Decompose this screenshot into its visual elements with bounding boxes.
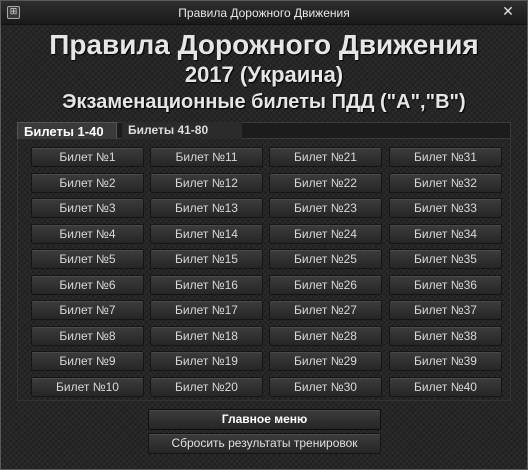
ticket-button-7[interactable]: Билет №7	[31, 300, 144, 320]
ticket-button-10[interactable]: Билет №10	[31, 377, 144, 397]
ticket-button-36[interactable]: Билет №36	[389, 275, 502, 295]
ticket-button-20[interactable]: Билет №20	[150, 377, 263, 397]
page-subtitle: 2017 (Украина)	[184, 62, 344, 87]
ticket-button-19[interactable]: Билет №19	[150, 351, 263, 371]
ticket-button-32[interactable]: Билет №32	[389, 173, 502, 193]
ticket-button-38[interactable]: Билет №38	[389, 326, 502, 346]
ticket-button-25[interactable]: Билет №25	[269, 249, 382, 269]
ticket-button-13[interactable]: Билет №13	[150, 198, 263, 218]
reset-results-button[interactable]: Сбросить результаты тренировок	[148, 433, 381, 454]
ticket-button-33[interactable]: Билет №33	[389, 198, 502, 218]
ticket-button-3[interactable]: Билет №3	[31, 198, 144, 218]
app-window: ⊞ Правила Дорожного Движения ✕ Правила Д…	[0, 0, 528, 470]
ticket-button-17[interactable]: Билет №17	[150, 300, 263, 320]
ticket-button-14[interactable]: Билет №14	[150, 224, 263, 244]
title-bar: ⊞ Правила Дорожного Движения ✕	[1, 1, 527, 25]
ticket-button-31[interactable]: Билет №31	[389, 147, 502, 167]
ticket-button-30[interactable]: Билет №30	[269, 377, 382, 397]
ticket-button-9[interactable]: Билет №9	[31, 351, 144, 371]
ticket-button-37[interactable]: Билет №37	[389, 300, 502, 320]
ticket-button-15[interactable]: Билет №15	[150, 249, 263, 269]
tab-tickets-1-40[interactable]: Билеты 1-40	[17, 122, 117, 139]
tab-bar: Билеты 1-40 Билеты 41-80	[17, 122, 511, 139]
ticket-button-26[interactable]: Билет №26	[269, 275, 382, 295]
page-caption: Экзаменационные билеты ПДД ("A","B")	[62, 91, 466, 113]
ticket-button-35[interactable]: Билет №35	[389, 249, 502, 269]
ticket-button-28[interactable]: Билет №28	[269, 326, 382, 346]
tab-tickets-41-80[interactable]: Билеты 41-80	[122, 122, 242, 139]
window-title: Правила Дорожного Движения	[178, 6, 350, 20]
ticket-button-4[interactable]: Билет №4	[31, 224, 144, 244]
ticket-button-21[interactable]: Билет №21	[269, 147, 382, 167]
main-menu-button[interactable]: Главное меню	[148, 409, 381, 430]
ticket-button-16[interactable]: Билет №16	[150, 275, 263, 295]
ticket-button-5[interactable]: Билет №5	[31, 249, 144, 269]
close-icon[interactable]: ✕	[499, 4, 517, 21]
ticket-button-34[interactable]: Билет №34	[389, 224, 502, 244]
ticket-button-12[interactable]: Билет №12	[150, 173, 263, 193]
ticket-button-8[interactable]: Билет №8	[31, 326, 144, 346]
ticket-button-1[interactable]: Билет №1	[31, 147, 144, 167]
ticket-button-2[interactable]: Билет №2	[31, 173, 144, 193]
ticket-button-6[interactable]: Билет №6	[31, 275, 144, 295]
ticket-button-24[interactable]: Билет №24	[269, 224, 382, 244]
ticket-button-11[interactable]: Билет №11	[150, 147, 263, 167]
ticket-button-18[interactable]: Билет №18	[150, 326, 263, 346]
page-title: Правила Дорожного Движения	[49, 29, 479, 60]
ticket-button-27[interactable]: Билет №27	[269, 300, 382, 320]
ticket-button-39[interactable]: Билет №39	[389, 351, 502, 371]
ticket-button-22[interactable]: Билет №22	[269, 173, 382, 193]
ticket-button-29[interactable]: Билет №29	[269, 351, 382, 371]
ticket-button-23[interactable]: Билет №23	[269, 198, 382, 218]
ticket-button-40[interactable]: Билет №40	[389, 377, 502, 397]
